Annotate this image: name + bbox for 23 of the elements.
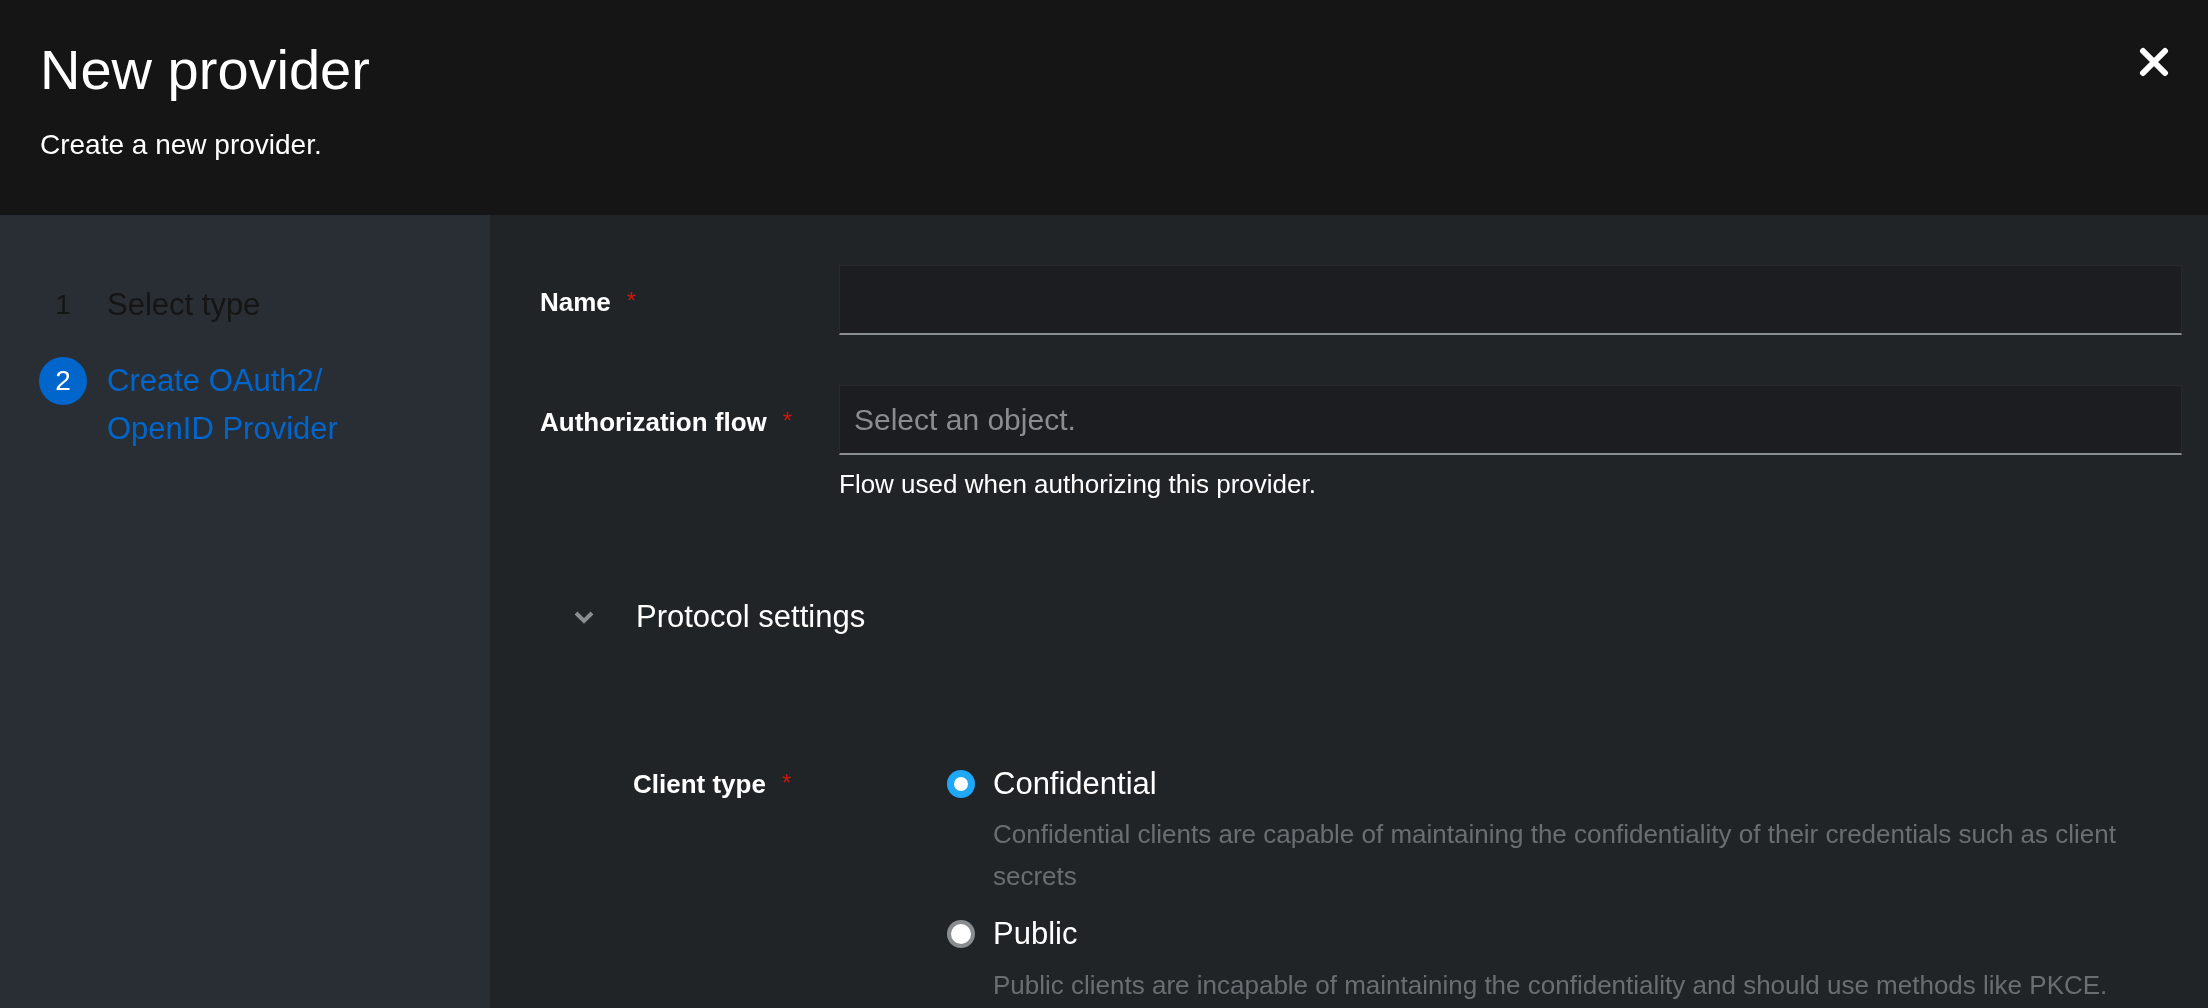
option-description: Confidential clients are capable of maintaining the confidentiality of their credentials such as client secrets [992,818,2117,893]
helper-text: Flow used when authorizing this provider. [839,468,1317,501]
modal-subtitle: Create a new provider. [40,128,323,162]
wizard-step[interactable]: 2 Create OAuth2/ OpenID Provider [39,357,451,453]
input-field[interactable]: Select an object. [839,385,2182,455]
step-number: 2 [39,357,87,405]
field-label: Name [540,286,611,319]
required-asterisk: * [781,767,792,798]
chevron-icon [573,610,595,625]
field-label: Authorization flow [540,406,767,439]
radio-label: Public [993,915,1078,953]
input-field[interactable] [839,265,2182,335]
radio-button[interactable] [947,920,975,949]
close-icon [2139,47,2169,77]
step-label: Create OAuth2/ OpenID Provider [107,362,339,448]
required-asterisk: * [626,286,637,316]
modal-title: New provider [40,37,370,103]
field-label: Client type [633,767,766,801]
required-asterisk: * [782,406,793,436]
section-title: Protocol settings [636,598,866,636]
radio-button[interactable] [947,769,975,798]
option-description: Public clients are incapable of maintaining the confidentiality and should use methods like PKCE. [992,968,2109,1002]
radio-label: Confidential [993,764,1157,803]
